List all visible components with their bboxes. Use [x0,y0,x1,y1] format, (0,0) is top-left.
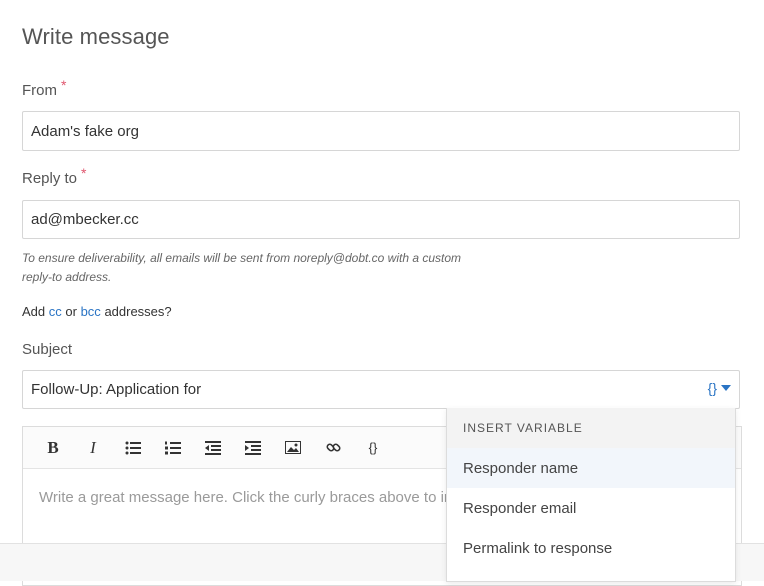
deliverability-hint: To ensure deliverability, all emails wil… [22,249,492,287]
required-marker: * [81,165,87,181]
add-bcc-link[interactable]: bcc [81,304,101,319]
italic-button[interactable]: I [73,428,113,468]
subject-field[interactable]: Follow-Up: Application for {} [22,370,740,409]
image-button[interactable] [273,428,313,468]
from-value: Adam's fake org [31,122,139,140]
outdent-button[interactable] [193,428,233,468]
from-label: From * [22,77,66,99]
caret-down-icon [721,385,731,391]
add-cc-link[interactable]: cc [49,304,62,319]
image-icon [285,441,301,454]
cc-bcc-line: Add cc or bcc addresses? [22,304,172,319]
bold-icon: B [47,437,59,457]
curly-braces-icon: {} [368,440,378,455]
reply-to-label-text: Reply to [22,170,78,187]
numbered-list-icon [165,441,181,454]
from-field[interactable]: Adam's fake org [22,111,740,151]
bold-button[interactable]: B [33,428,73,468]
hint-line-2: reply-to address. [22,270,112,284]
reply-to-field[interactable]: ad@mbecker.cc [22,200,740,239]
reply-to-value: ad@mbecker.cc [31,211,139,228]
indent-button[interactable] [233,428,273,468]
italic-icon: I [90,437,96,457]
outdent-icon [205,440,221,455]
subject-value: Follow-Up: Application for [31,381,202,398]
numbered-list-button[interactable] [153,428,193,468]
variable-button[interactable]: {} [353,428,393,468]
page-title: Write message [22,24,170,49]
link-icon [325,443,341,452]
variable-option-responder-email[interactable]: Responder email [447,488,735,528]
bullet-list-button[interactable] [113,428,153,468]
dropdown-header: INSERT VARIABLE [447,408,735,448]
required-marker: * [61,77,67,93]
variable-option-responder-name[interactable]: Responder name [447,448,735,488]
curly-braces-icon: {} [707,380,717,396]
hint-line-1: To ensure deliverability, all emails wil… [22,251,462,265]
link-button[interactable] [313,428,353,468]
subject-label: Subject [22,341,73,358]
cc-suffix: addresses? [104,304,172,319]
cc-prefix: Add [22,304,46,319]
insert-variable-toggle[interactable]: {} [708,380,731,396]
cc-or: or [65,304,77,319]
indent-icon [245,440,261,455]
reply-to-label: Reply to * [22,165,86,187]
bullet-list-icon [125,441,141,454]
insert-variable-dropdown: INSERT VARIABLE Responder name Responder… [446,408,736,582]
variable-option-permalink[interactable]: Permalink to response [447,528,735,568]
from-label-text: From [22,82,57,99]
